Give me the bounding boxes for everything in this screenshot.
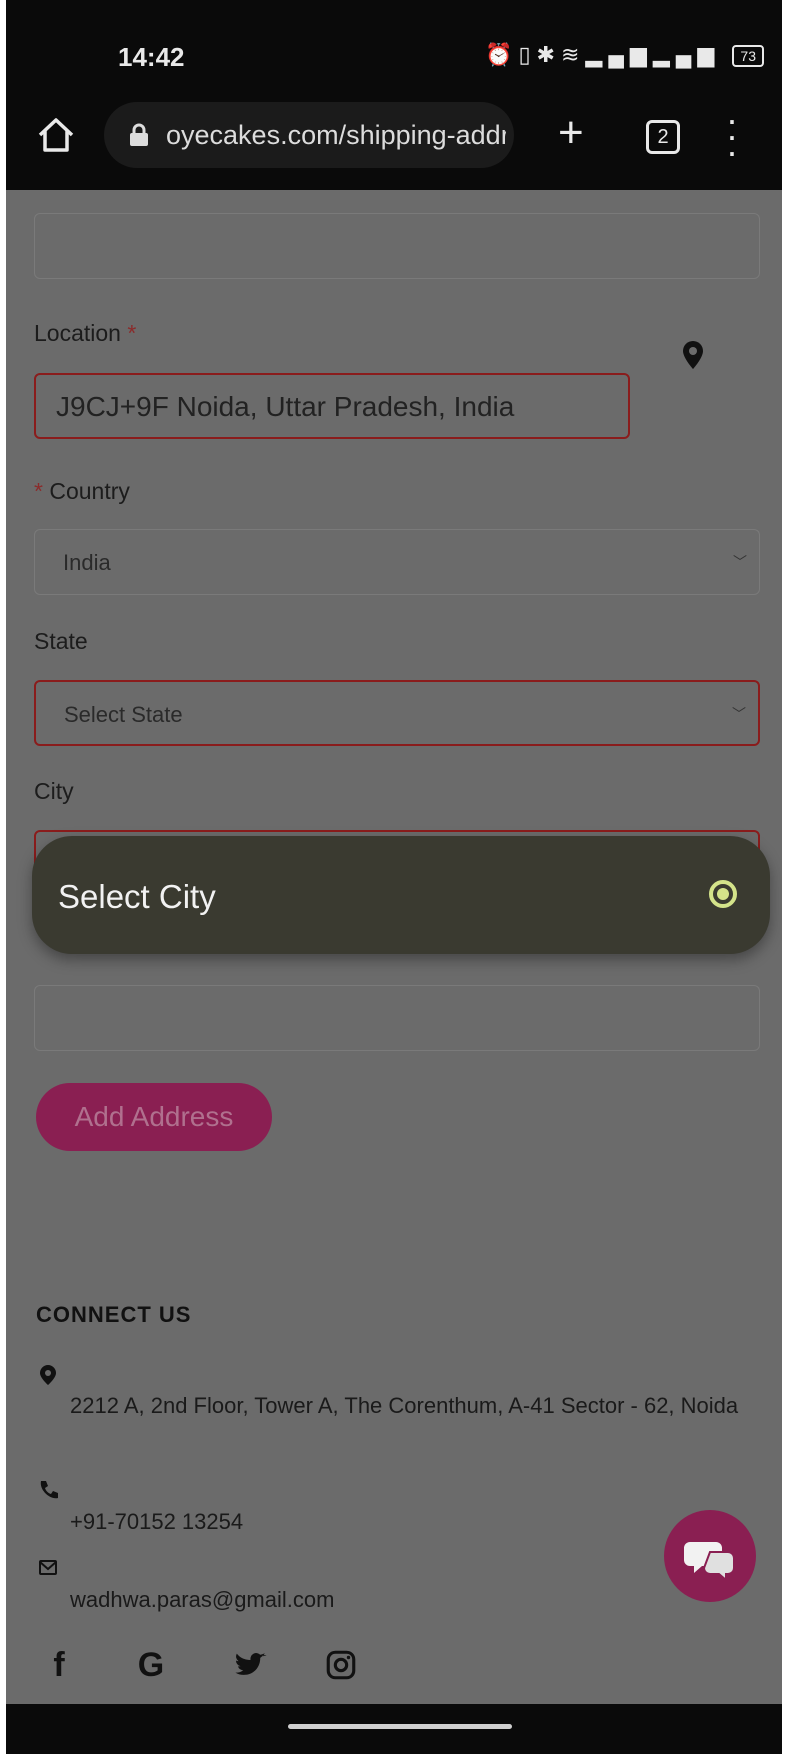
- phone-icon: [40, 1481, 58, 1499]
- popup-option-label: Select City: [58, 878, 216, 915]
- location-pin-icon: [40, 1365, 56, 1385]
- required-marker: *: [34, 478, 43, 504]
- country-label-text: Country: [49, 478, 130, 504]
- add-address-button[interactable]: Add Address: [36, 1083, 272, 1151]
- alarm-icon: ⏰: [485, 42, 519, 67]
- phone-screen: 14:42 ⏰▯✱≋▂▄▆▂▄▆ 73 oyecakes.com/shippin…: [6, 0, 782, 1754]
- tab-switcher-button[interactable]: 2: [646, 120, 680, 154]
- twitter-icon[interactable]: [234, 1648, 268, 1682]
- state-select[interactable]: Select State ﹀: [34, 680, 760, 746]
- chevron-down-icon: ﹀: [733, 554, 747, 570]
- chat-icon: [684, 1542, 735, 1583]
- footer-address: 2212 A, 2nd Floor, Tower A, The Corenthu…: [70, 1393, 739, 1418]
- lock-icon: [130, 123, 148, 146]
- location-label-text: Location: [34, 320, 121, 346]
- device-frame: 14:42 ⏰▯✱≋▂▄▆▂▄▆ 73 oyecakes.com/shippin…: [0, 0, 789, 1761]
- city-select-popup[interactable]: Select City: [32, 836, 770, 954]
- mail-icon: [39, 1560, 57, 1575]
- footer-email[interactable]: wadhwa.paras@gmail.com: [70, 1582, 334, 1618]
- status-icons: ⏰▯✱≋▂▄▆▂▄▆ 73: [485, 42, 764, 68]
- battery-indicator: 73: [732, 45, 764, 68]
- radio-selected-icon[interactable]: [709, 880, 737, 908]
- vibrate-icon: ▯: [518, 42, 537, 67]
- state-select-value: Select State: [64, 702, 183, 727]
- bluetooth-icon: ✱: [536, 42, 561, 67]
- footer-phone[interactable]: +91-70152 13254: [70, 1504, 243, 1540]
- url-bar[interactable]: oyecakes.com/shipping-addr: [104, 102, 514, 168]
- chat-bubble-button[interactable]: [664, 1510, 756, 1602]
- instagram-icon[interactable]: [324, 1648, 358, 1682]
- location-input[interactable]: J9CJ+9F Noida, Uttar Pradesh, India: [34, 373, 630, 439]
- state-label: State: [34, 628, 88, 654]
- wifi-icon: ≋: [560, 42, 586, 67]
- gesture-handle[interactable]: [288, 1724, 512, 1729]
- location-label: Location *: [34, 320, 136, 347]
- signal-icon-2: ▂▄▆: [652, 42, 721, 67]
- chevron-down-icon: ﹀: [732, 706, 746, 722]
- previous-field-input[interactable]: [34, 213, 760, 279]
- additional-field-input[interactable]: [34, 985, 760, 1051]
- system-nav-bar: [6, 1704, 782, 1754]
- facebook-icon[interactable]: f: [42, 1648, 76, 1682]
- browser-chrome: 14:42 ⏰▯✱≋▂▄▆▂▄▆ 73 oyecakes.com/shippin…: [6, 0, 782, 190]
- home-icon[interactable]: [36, 115, 76, 155]
- google-icon[interactable]: G: [134, 1648, 168, 1682]
- connect-heading: CONNECT US: [36, 1302, 192, 1327]
- status-time: 14:42: [118, 42, 185, 72]
- country-select-value: India: [63, 550, 111, 575]
- url-text: oyecakes.com/shipping-addr: [166, 120, 506, 150]
- country-label: * Country: [34, 478, 130, 505]
- overflow-menu-icon[interactable]: · · ·: [726, 102, 738, 170]
- required-marker: *: [127, 320, 137, 346]
- country-select[interactable]: India ﹀: [34, 529, 760, 595]
- map-pin-icon[interactable]: [682, 340, 704, 370]
- signal-icon: ▂▄▆: [585, 42, 653, 67]
- new-tab-plus-icon[interactable]: +: [558, 108, 584, 158]
- city-label: City: [34, 778, 74, 804]
